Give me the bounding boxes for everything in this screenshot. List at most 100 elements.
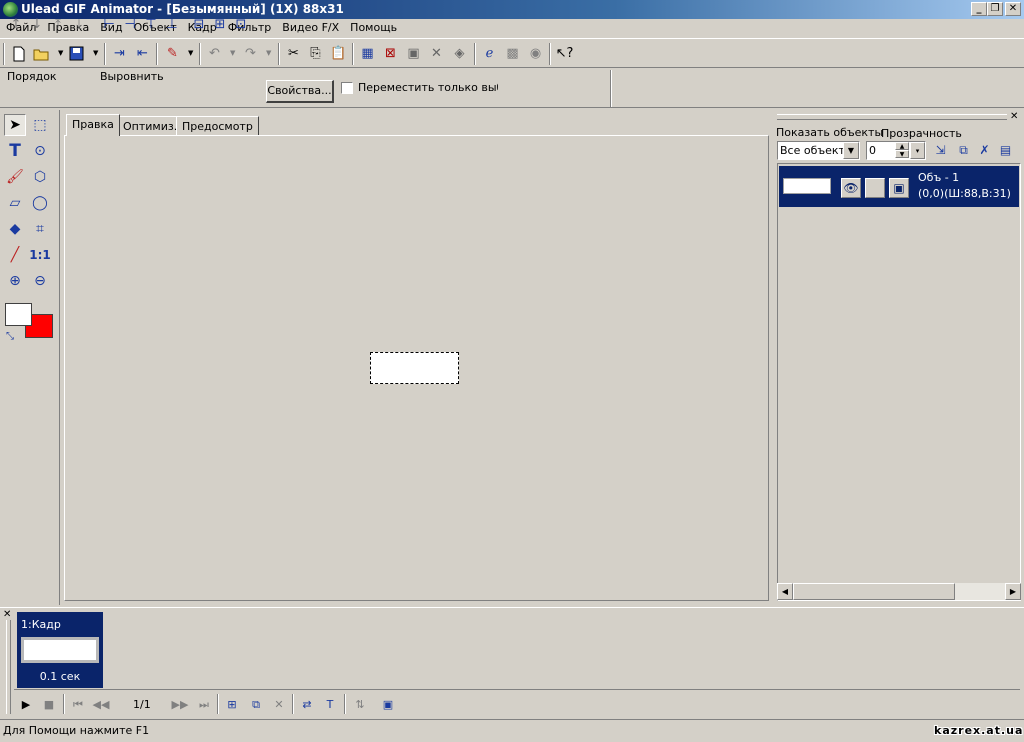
move-selected-checkbox[interactable] bbox=[341, 82, 353, 94]
object-list-scrollbar[interactable]: ◀ ▶ bbox=[777, 583, 1021, 600]
align-left-icon[interactable]: ⊢ bbox=[101, 17, 117, 33]
new-object-icon[interactable]: ⇲ bbox=[932, 142, 949, 159]
pointer-tool-icon[interactable]: ➤ bbox=[4, 114, 26, 136]
tab-optimize[interactable]: Оптимиз. bbox=[117, 116, 184, 136]
eraser-tool-icon[interactable]: ▱ bbox=[4, 192, 26, 214]
watermark: kazrex.at.ua bbox=[934, 724, 1024, 737]
stop-icon[interactable]: ■ bbox=[40, 696, 58, 713]
delete-frame-icon[interactable]: ⊠ bbox=[382, 45, 399, 62]
visibility-eye-icon[interactable]: 👁 bbox=[841, 178, 861, 198]
menu-filter[interactable]: Фильтр bbox=[222, 19, 277, 38]
transform-tool-icon[interactable]: ⊙ bbox=[29, 140, 51, 162]
brush-tool-icon[interactable]: 🖌 bbox=[4, 166, 26, 188]
browser-preview-icon[interactable]: ℯ bbox=[481, 45, 498, 62]
crop-tool-icon[interactable]: ⌗ bbox=[29, 218, 51, 240]
duplicate-frame-icon[interactable]: ▣ bbox=[405, 45, 422, 62]
align-center-h-icon[interactable]: ⊟ bbox=[191, 17, 207, 33]
tween-icon[interactable]: ✕ bbox=[428, 45, 445, 62]
lasso-tool-icon[interactable]: ◯ bbox=[29, 192, 51, 214]
object-properties-icon[interactable]: ▤ bbox=[997, 142, 1014, 159]
bring-to-front-icon[interactable]: ⤒ bbox=[50, 17, 66, 33]
object-panel-grip[interactable] bbox=[777, 114, 1007, 120]
fill-tool-icon[interactable]: ◆ bbox=[4, 218, 26, 240]
undo-icon[interactable]: ↶ bbox=[206, 45, 223, 62]
play-icon[interactable]: ▶ bbox=[17, 696, 35, 713]
new-file-icon[interactable] bbox=[10, 45, 27, 62]
spin-down-icon[interactable]: ▼ bbox=[895, 150, 909, 158]
zoom-actual-size[interactable]: 1:1 bbox=[29, 244, 51, 266]
align-top-icon[interactable]: ⊤ bbox=[143, 17, 159, 33]
video-fx-icon[interactable]: ✎ bbox=[164, 45, 181, 62]
scroll-right-icon[interactable]: ▶ bbox=[1005, 583, 1021, 600]
context-help-icon[interactable]: ↖? bbox=[556, 45, 574, 62]
frame-panel-grip[interactable] bbox=[6, 620, 11, 714]
optimize-icon[interactable]: ▩ bbox=[504, 45, 521, 62]
paste-icon[interactable]: 📋 bbox=[330, 45, 347, 62]
cut-icon[interactable]: ✂ bbox=[285, 45, 302, 62]
object-list[interactable] bbox=[777, 163, 1021, 601]
save-icon[interactable] bbox=[68, 45, 85, 62]
chevron-down-icon[interactable]: ▼ bbox=[843, 142, 859, 159]
import-icon[interactable]: ⇥ bbox=[111, 45, 128, 62]
bring-forward-icon[interactable]: ↑ bbox=[8, 17, 24, 33]
frame-properties-icon[interactable]: ▣ bbox=[379, 696, 397, 713]
magic-wand-tool-icon[interactable]: ⬡ bbox=[29, 166, 51, 188]
object-thumbnail bbox=[783, 178, 831, 194]
minimize-button[interactable]: _ bbox=[971, 2, 987, 16]
previous-frame-icon[interactable]: ◀◀ bbox=[92, 696, 110, 713]
zoom-in-icon[interactable]: ⊕ bbox=[4, 270, 26, 292]
foreground-color-swatch[interactable] bbox=[5, 303, 32, 326]
align-bottom-icon[interactable]: ⊥ bbox=[164, 17, 180, 33]
close-button[interactable]: ✕ bbox=[1005, 2, 1021, 16]
banner-bottom-icon[interactable]: T bbox=[321, 696, 339, 713]
status-text: Для Помощи нажмите F1 bbox=[3, 724, 150, 737]
properties-button[interactable]: Свойства... bbox=[266, 80, 334, 103]
optimize-wizard-icon[interactable]: ◉ bbox=[527, 45, 544, 62]
next-frame-icon[interactable]: ▶▶ bbox=[171, 696, 189, 713]
add-frame-bottom-icon[interactable]: ⊞ bbox=[223, 696, 241, 713]
tab-preview[interactable]: Предосмотр bbox=[176, 116, 259, 136]
scroll-left-icon[interactable]: ◀ bbox=[777, 583, 793, 600]
transparency-value: 0 bbox=[869, 144, 876, 157]
eyedropper-tool-icon[interactable]: ╱ bbox=[4, 244, 26, 266]
send-to-back-icon[interactable]: ⤓ bbox=[71, 17, 87, 33]
zoom-out-icon[interactable]: ⊖ bbox=[29, 270, 51, 292]
banner-text-icon[interactable]: ◈ bbox=[451, 45, 468, 62]
text-tool-icon[interactable]: T bbox=[4, 140, 26, 162]
copy-icon[interactable]: ⎘ bbox=[307, 45, 324, 62]
swap-colors-icon[interactable]: ⤡ bbox=[6, 331, 14, 342]
redo-icon[interactable]: ↷ bbox=[242, 45, 259, 62]
add-frame-icon[interactable]: ▦ bbox=[359, 45, 376, 62]
frame-panel-close-icon[interactable]: ✕ bbox=[3, 609, 11, 620]
menu-video-fx[interactable]: Видео F/X bbox=[276, 19, 344, 38]
scroll-thumb[interactable] bbox=[793, 583, 955, 600]
align-center-v-icon[interactable]: ⊞ bbox=[212, 17, 228, 33]
duplicate-object-icon[interactable]: ⧉ bbox=[955, 142, 972, 159]
object-panel-close-icon[interactable]: ✕ bbox=[1010, 111, 1018, 122]
tab-edit[interactable]: Правка bbox=[66, 114, 120, 136]
align-right-icon[interactable]: ⊣ bbox=[122, 17, 138, 33]
menu-help[interactable]: Помощь bbox=[344, 19, 402, 38]
spin-up-icon[interactable]: ▲ bbox=[895, 142, 909, 150]
export-icon[interactable]: ⇤ bbox=[134, 45, 151, 62]
delete-frame-bottom-icon[interactable]: ✕ bbox=[270, 696, 288, 713]
tween-bottom-icon[interactable]: ⇄ bbox=[298, 696, 316, 713]
reverse-frames-icon[interactable]: ⇅ bbox=[351, 696, 369, 713]
transparency-spinner[interactable]: 0 ▲ ▼ ▾ bbox=[866, 141, 926, 160]
delete-object-icon[interactable]: ✗ bbox=[976, 142, 993, 159]
frame-delay[interactable]: 0.1 сек bbox=[17, 670, 103, 683]
transparency-dropdown-icon[interactable]: ▾ bbox=[910, 142, 925, 159]
lock-toggle[interactable] bbox=[865, 178, 885, 198]
send-backward-icon[interactable]: ↓ bbox=[29, 17, 45, 33]
canvas-image[interactable] bbox=[370, 352, 459, 384]
open-folder-icon[interactable] bbox=[33, 45, 50, 62]
frame-list[interactable] bbox=[14, 610, 1020, 690]
show-objects-select[interactable]: Все объекты ▼ bbox=[777, 141, 860, 160]
last-frame-icon[interactable]: ⏭ bbox=[195, 696, 213, 713]
marquee-tool-icon[interactable]: ⬚ bbox=[29, 114, 51, 136]
first-frame-icon[interactable]: ⏮ bbox=[69, 696, 87, 713]
object-color-icon[interactable]: ▣ bbox=[889, 178, 909, 198]
align-center-icon[interactable]: ⊡ bbox=[233, 17, 249, 33]
restore-button[interactable]: ❐ bbox=[987, 2, 1003, 16]
duplicate-frame-bottom-icon[interactable]: ⧉ bbox=[247, 696, 265, 713]
